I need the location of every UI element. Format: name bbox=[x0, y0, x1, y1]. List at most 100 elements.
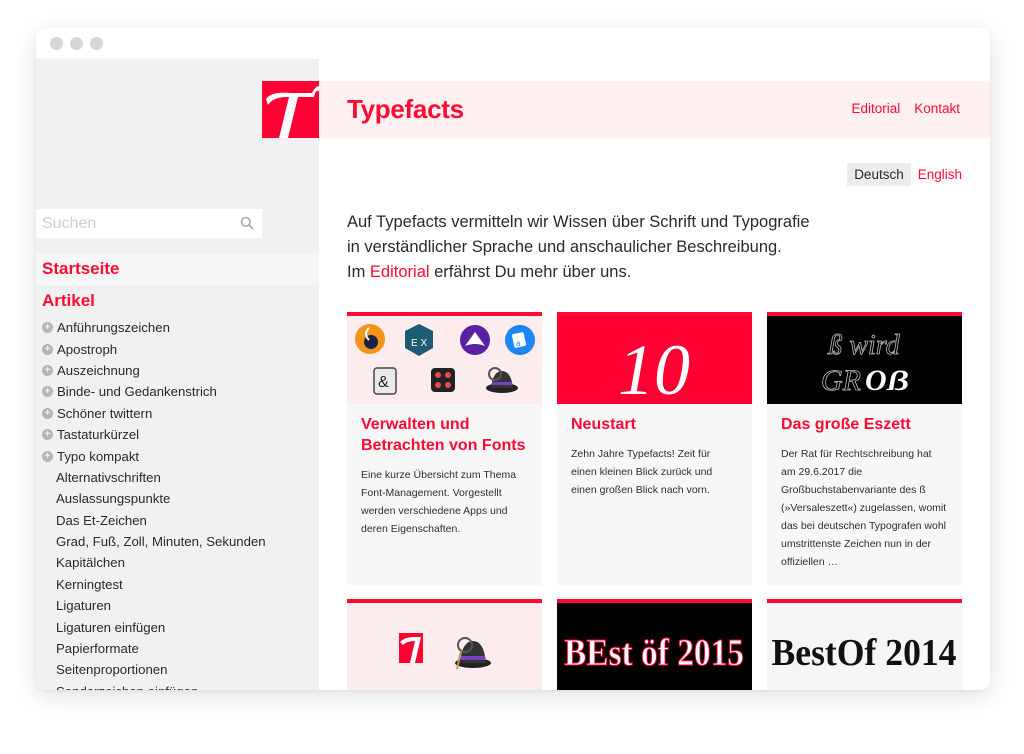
nav-group-item[interactable]: + Anführungszeichen bbox=[36, 317, 319, 338]
nav-item-label: Binde- und Gedankenstrich bbox=[57, 384, 217, 400]
language-english-link[interactable]: English bbox=[911, 163, 962, 186]
expand-plus-icon[interactable]: + bbox=[42, 429, 53, 441]
nav-item-label: Anführungszeichen bbox=[57, 320, 170, 336]
image-text: BestOf 2014 bbox=[772, 632, 957, 674]
nav-group-item[interactable]: + Apostroph bbox=[36, 338, 319, 359]
nav-subitem[interactable]: Grad, Fuß, Zoll, Minuten, Sekunden bbox=[36, 531, 319, 552]
nav-group-item[interactable]: + Schöner twittern bbox=[36, 403, 319, 424]
nav-item-label: Sonderzeichen einfügen bbox=[56, 684, 198, 690]
eszett-lettering-image: ß wird GR Oẞ bbox=[767, 316, 962, 404]
typefacts-logo[interactable] bbox=[262, 81, 319, 138]
app-icons-illustration: E X a & bbox=[355, 324, 535, 395]
nav-item-label: Alternativschriften bbox=[56, 469, 161, 485]
card-body: Neustart Zehn Jahre Typefacts! Zeit für … bbox=[557, 404, 752, 513]
card-excerpt: Der Rat für Rechtschreibung hat am 29.6.… bbox=[781, 448, 947, 568]
close-window-button[interactable] bbox=[50, 37, 63, 50]
article-card[interactable]: BestOf 2014 bbox=[767, 599, 962, 690]
eszett-illustration: ß wird GR Oẞ bbox=[821, 330, 909, 398]
best-of-2014-image: BestOf 2014 bbox=[767, 603, 962, 690]
intro-line: in verständlicher Sprache und anschaulic… bbox=[347, 238, 782, 256]
nav-item-label: Schöner twittern bbox=[57, 405, 153, 421]
card-excerpt: Zehn Jahre Typefacts! Zeit für einen kle… bbox=[571, 448, 713, 496]
intro-line: Im Editorial erfährst Du mehr über uns. bbox=[347, 260, 907, 285]
minimize-window-button[interactable] bbox=[70, 37, 83, 50]
search-box bbox=[36, 209, 262, 238]
nav-item-label: Papierformate bbox=[56, 641, 139, 657]
search-icon[interactable] bbox=[240, 216, 254, 230]
nav-subitem[interactable]: Das Et-Zeichen bbox=[36, 510, 319, 531]
nav-group-item[interactable]: + Typo kompakt bbox=[36, 445, 319, 466]
card-body: Verwalten und Betrachten von Fonts Eine … bbox=[347, 404, 542, 552]
nav-subitem[interactable]: Alternativschriften bbox=[36, 467, 319, 488]
startseite-link[interactable]: Startseite bbox=[42, 259, 119, 279]
nav-startseite: Startseite bbox=[36, 253, 319, 285]
nav-subitem[interactable]: Seitenproportionen bbox=[36, 659, 319, 680]
language-switcher: Deutsch English bbox=[847, 163, 962, 186]
nav-item-label: Seitenproportionen bbox=[56, 662, 168, 678]
expand-plus-icon[interactable]: + bbox=[42, 450, 53, 462]
best-of-2014-illustration: BestOf 2014 bbox=[772, 632, 957, 674]
nav-item-label: Kapitälchen bbox=[56, 555, 125, 571]
artikel-link[interactable]: Artikel bbox=[42, 291, 95, 311]
nav-group-item[interactable]: + Auszeichnung bbox=[36, 360, 319, 381]
card-title[interactable]: Das große Eszett bbox=[781, 414, 948, 435]
nav-item-label: Typo kompakt bbox=[57, 448, 140, 464]
expand-plus-icon[interactable]: + bbox=[42, 407, 53, 419]
expand-plus-icon[interactable]: + bbox=[42, 364, 53, 376]
top-nav: Editorial Kontakt bbox=[851, 101, 960, 116]
sidebar: Startseite Artikel +Anführungszeichen +A… bbox=[36, 59, 319, 690]
intro-text: Auf Typefacts vermitteln wir Wissen über… bbox=[347, 210, 907, 285]
typefacts-alfred-illustration bbox=[399, 633, 491, 670]
article-card[interactable] bbox=[347, 599, 542, 690]
expand-plus-icon[interactable]: + bbox=[42, 386, 53, 398]
nav-item-label: Tastaturkürzel bbox=[57, 427, 140, 443]
nav-subitem[interactable]: Kerningtest bbox=[36, 574, 319, 595]
nav-subitem[interactable]: Kapitälchen bbox=[36, 552, 319, 573]
nav-kontakt-link[interactable]: Kontakt bbox=[914, 101, 960, 116]
article-card[interactable]: 10 Neustart Zehn Jahre Typefacts! Zeit f… bbox=[557, 312, 752, 585]
nav-group-item[interactable]: + Binde- und Gedankenstrich bbox=[36, 381, 319, 402]
site-title[interactable]: Typefacts bbox=[347, 94, 464, 125]
nav-item-label: Ligaturen einfügen bbox=[56, 619, 166, 635]
nav-subitem[interactable]: Ligaturen bbox=[36, 595, 319, 616]
nav-subitem[interactable]: Sonderzeichen einfügen bbox=[36, 681, 319, 690]
nav-group-item[interactable]: + Tastaturkürzel bbox=[36, 424, 319, 445]
script-10-image: 10 bbox=[557, 316, 752, 404]
maximize-window-button[interactable] bbox=[90, 37, 103, 50]
svg-text:E X: E X bbox=[411, 338, 427, 349]
card-body: Das große Eszett Der Rat für Rechtschrei… bbox=[767, 404, 962, 585]
intro-line: Auf Typefacts vermitteln wir Wissen über… bbox=[347, 213, 810, 231]
nav-artikel: Artikel bbox=[36, 285, 319, 317]
image-text: ß wird bbox=[827, 330, 900, 361]
language-deutsch[interactable]: Deutsch bbox=[847, 163, 911, 186]
page-viewport: Startseite Artikel +Anführungszeichen +A… bbox=[36, 59, 990, 690]
nav-item-label: Das Et-Zeichen bbox=[56, 512, 147, 528]
expand-plus-icon[interactable]: + bbox=[42, 322, 53, 334]
best-of-2015-image: BEst öf 2015 bbox=[557, 603, 752, 690]
nav-item-label: Kerningtest bbox=[56, 576, 123, 592]
image-text: BEst öf 2015 bbox=[564, 632, 744, 674]
nav-subitem[interactable]: Auslassungspunkte bbox=[36, 488, 319, 509]
article-card[interactable]: ß wird GR Oẞ Das große Eszett Der Rat fü… bbox=[767, 312, 962, 585]
search-input[interactable] bbox=[36, 209, 226, 238]
svg-text:a: a bbox=[516, 339, 521, 348]
nav-subitem[interactable]: Ligaturen einfügen bbox=[36, 616, 319, 637]
article-card[interactable]: E X a & Verwalten und Betrachten von Fon… bbox=[347, 312, 542, 585]
image-text: GR bbox=[821, 364, 861, 397]
typefacts-logo-icon bbox=[266, 86, 319, 138]
intro-text-fragment: erfährst Du mehr über uns. bbox=[429, 263, 632, 281]
card-title[interactable]: Verwalten und Betrachten von Fonts bbox=[361, 414, 528, 456]
nav-subitem[interactable]: Papierformate bbox=[36, 638, 319, 659]
intro-editorial-link[interactable]: Editorial bbox=[370, 263, 430, 281]
main-content: Typefacts Editorial Kontakt Deutsch Engl… bbox=[319, 59, 990, 690]
browser-window: Startseite Artikel +Anführungszeichen +A… bbox=[36, 28, 990, 690]
svg-text:&: & bbox=[378, 374, 389, 391]
nav-item-label: Auslassungspunkte bbox=[56, 491, 171, 507]
image-text: 10 bbox=[618, 330, 690, 404]
article-card[interactable]: BEst öf 2015 bbox=[557, 599, 752, 690]
nav-item-label: Auszeichnung bbox=[57, 362, 140, 378]
expand-plus-icon[interactable]: + bbox=[42, 343, 53, 355]
card-title[interactable]: Neustart bbox=[571, 414, 738, 435]
nav-editorial-link[interactable]: Editorial bbox=[851, 101, 900, 116]
article-nav-list: + Anführungszeichen + Apostroph + Auszeichn… bbox=[36, 317, 319, 690]
